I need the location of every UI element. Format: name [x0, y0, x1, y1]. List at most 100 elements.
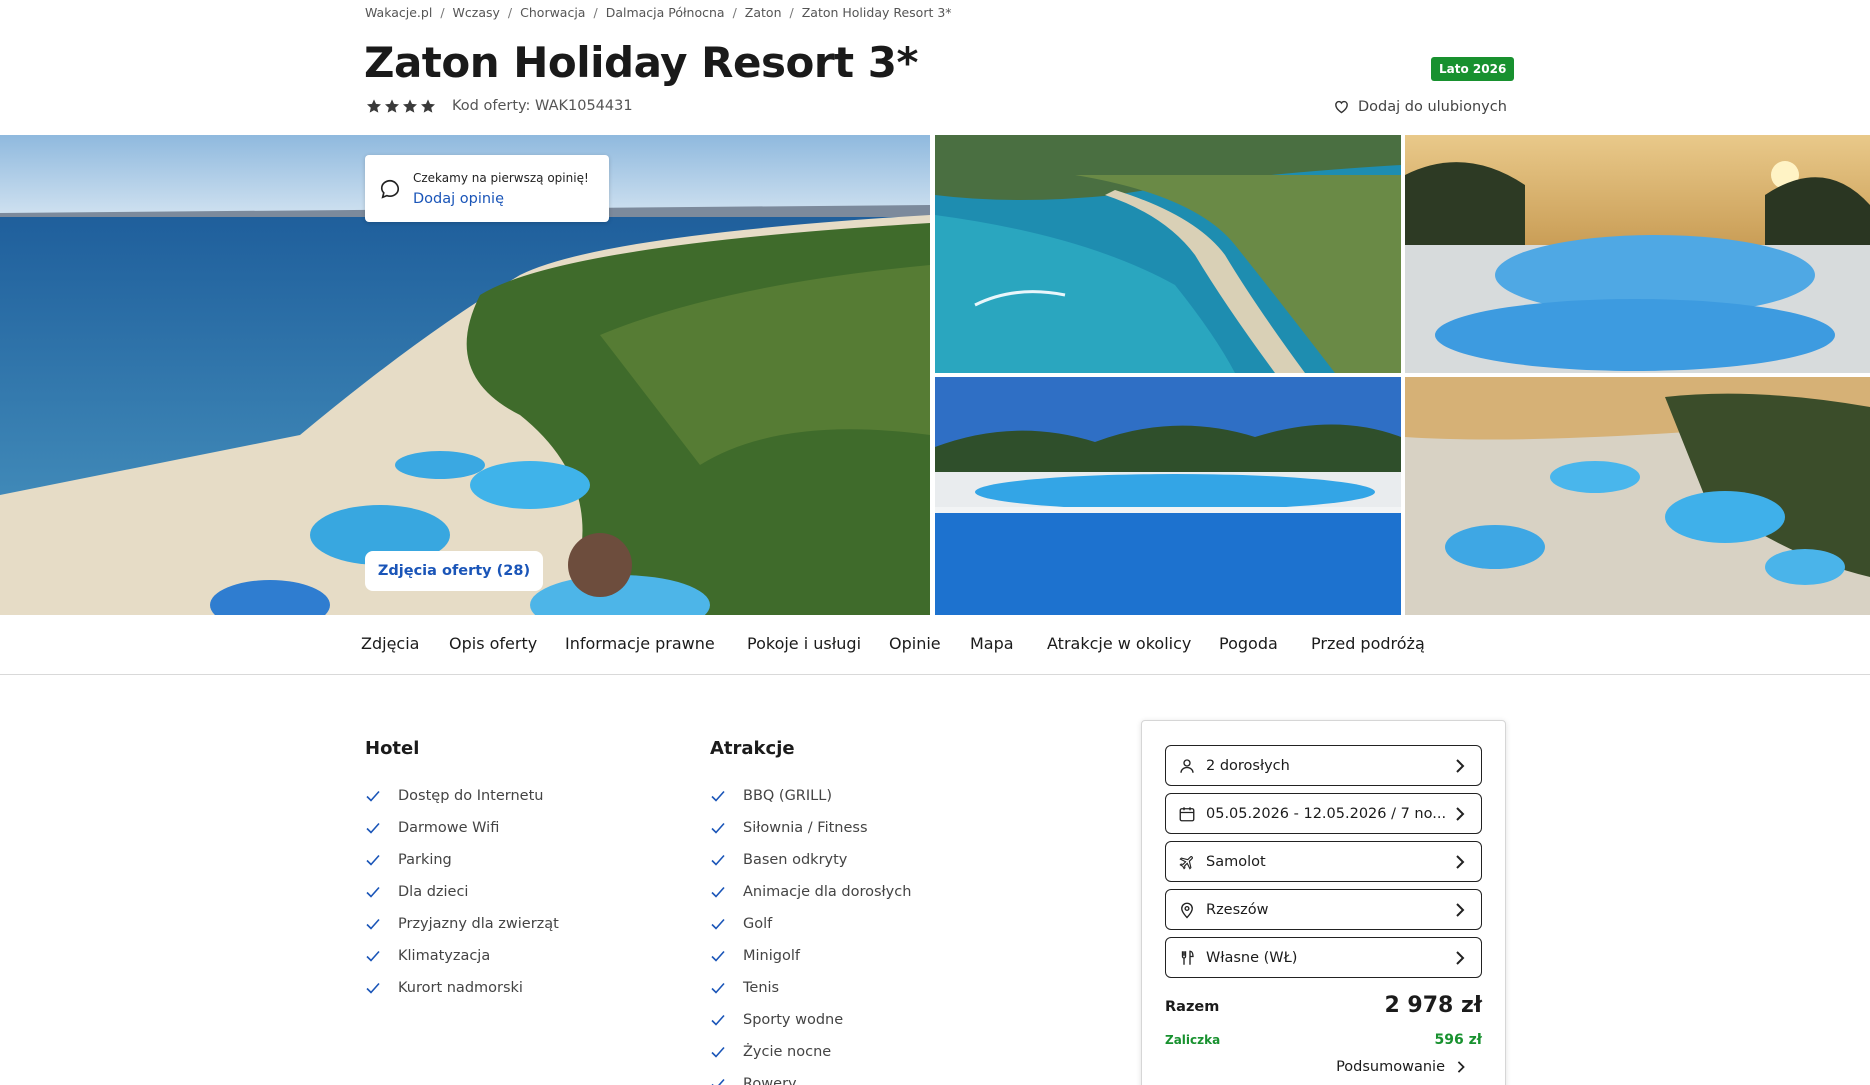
check-icon	[711, 1014, 725, 1026]
check-icon	[711, 1078, 725, 1085]
breadcrumb-link[interactable]: Wakacje.pl	[365, 5, 432, 20]
attraction-label: Golf	[743, 916, 773, 932]
offer-code: Kod oferty: WAK1054431	[452, 98, 633, 114]
list-item: Dostęp do Internetu	[365, 780, 559, 812]
star-icon	[385, 99, 399, 113]
booking-panel: 2 dorosłych 05.05.2026 - 12.05.2026 / 7 …	[1141, 720, 1506, 1085]
check-icon	[366, 822, 380, 834]
check-icon	[366, 950, 380, 962]
breadcrumb-link[interactable]: Chorwacja	[520, 5, 585, 20]
breadcrumb-link[interactable]: Zaton	[745, 5, 782, 20]
check-icon	[711, 822, 725, 834]
check-icon	[711, 950, 725, 962]
airplane-icon	[1179, 855, 1193, 870]
attraction-label: Basen odkryty	[743, 852, 848, 868]
page-title: Zaton Holiday Resort 3*	[364, 38, 918, 87]
check-icon	[711, 982, 725, 994]
star-icon	[367, 99, 381, 113]
board-value: Własne (WŁ)	[1206, 949, 1298, 966]
deposit-price: 596 zł	[1434, 1032, 1482, 1048]
star-rating	[366, 98, 436, 114]
list-item: Darmowe Wifi	[365, 812, 559, 844]
cutlery-icon	[1181, 950, 1194, 965]
breadcrumb-separator: /	[440, 5, 445, 20]
transport-value: Samolot	[1206, 853, 1266, 870]
list-item: Basen odkryty	[710, 844, 911, 876]
gallery-photo[interactable]	[1405, 377, 1870, 615]
list-item: Dla dzieci	[365, 876, 559, 908]
attraction-label: Tenis	[743, 980, 780, 996]
tab-nearby-attractions[interactable]: Atrakcje w okolicy	[1047, 634, 1191, 653]
list-item: Klimatyzacja	[365, 940, 559, 972]
attraction-label: Życie nocne	[743, 1044, 832, 1060]
amenity-label: Klimatyzacja	[398, 948, 491, 964]
breadcrumb-separator: /	[507, 5, 513, 20]
breadcrumb-current[interactable]: Zaton Holiday Resort 3*	[802, 5, 952, 20]
attraction-label: Siłownia / Fitness	[743, 820, 868, 836]
tab-before-travel[interactable]: Przed podróżą	[1311, 634, 1425, 653]
hotel-amenities-list: Dostęp do Internetu Darmowe Wifi Parking…	[365, 780, 559, 1004]
travelers-value: 2 dorosłych	[1206, 757, 1290, 774]
tab-legal-info[interactable]: Informacje prawne	[565, 634, 715, 653]
gallery-photo[interactable]	[935, 377, 1401, 615]
amenity-label: Dostęp do Internetu	[398, 788, 544, 804]
list-item: Kurort nadmorski	[365, 972, 559, 1004]
gallery-photo[interactable]	[935, 135, 1401, 373]
review-prompt-card: Czekamy na pierwszą opinię! Dodaj opinię	[365, 155, 609, 222]
transport-selector[interactable]: Samolot	[1165, 841, 1482, 882]
chevron-right-icon	[1456, 902, 1465, 917]
heart-icon	[1335, 100, 1348, 114]
chevron-right-icon	[1456, 758, 1465, 773]
tab-offer-description[interactable]: Opis oferty	[449, 634, 537, 653]
tab-map[interactable]: Mapa	[970, 634, 1014, 653]
location-pin-icon	[1181, 902, 1193, 918]
calendar-icon	[1179, 806, 1195, 821]
total-label: Razem	[1165, 999, 1220, 1015]
list-item: Golf	[710, 908, 911, 940]
offer-photos-button[interactable]: Zdjęcia oferty (28)	[365, 551, 543, 591]
breadcrumb-separator: /	[593, 5, 598, 20]
star-icon	[403, 99, 417, 113]
amenity-label: Parking	[398, 852, 452, 868]
gallery-photo[interactable]	[1405, 135, 1870, 373]
chevron-right-icon	[1456, 854, 1465, 869]
season-badge: Lato 2026	[1431, 57, 1515, 81]
add-to-favorites-button[interactable]: Dodaj do ulubionych	[1333, 98, 1507, 115]
amenity-label: Kurort nadmorski	[398, 980, 523, 996]
list-item: Minigolf	[710, 940, 911, 972]
travelers-selector[interactable]: 2 dorosłych	[1165, 745, 1482, 786]
list-item: Parking	[365, 844, 559, 876]
check-icon	[711, 854, 725, 866]
add-review-link[interactable]: Dodaj opinię	[413, 191, 589, 207]
summary-link[interactable]: Podsumowanie	[1336, 1059, 1467, 1075]
tab-rooms-services[interactable]: Pokoje i usługi	[747, 634, 861, 653]
list-item: Przyjazny dla zwierząt	[365, 908, 559, 940]
dates-selector[interactable]: 05.05.2026 - 12.05.2026 / 7 no...	[1165, 793, 1482, 834]
tab-weather[interactable]: Pogoda	[1219, 634, 1278, 653]
list-item: BBQ (GRILL)	[710, 780, 911, 812]
deposit-label: Zaliczka	[1165, 1033, 1221, 1047]
check-icon	[366, 886, 380, 898]
breadcrumb-separator: /	[732, 5, 737, 20]
chevron-right-icon	[1457, 1061, 1465, 1073]
board-selector[interactable]: Własne (WŁ)	[1165, 937, 1482, 978]
breadcrumb-link[interactable]: Dalmacja Północna	[606, 5, 725, 20]
attraction-label: Minigolf	[743, 948, 800, 964]
amenity-label: Darmowe Wifi	[398, 820, 500, 836]
tab-photos[interactable]: Zdjęcia	[361, 634, 419, 653]
breadcrumb: Wakacje.pl / Wczasy / Chorwacja / Dalmacja …	[365, 5, 952, 20]
attraction-label: Animacje dla dorosłych	[743, 884, 912, 900]
check-icon	[366, 918, 380, 930]
list-item: Rowery	[710, 1068, 911, 1085]
check-icon	[711, 886, 725, 898]
breadcrumb-link[interactable]: Wczasy	[453, 5, 500, 20]
tab-reviews[interactable]: Opinie	[889, 634, 941, 653]
departure-selector[interactable]: Rzeszów	[1165, 889, 1482, 930]
add-to-favorites-label: Dodaj do ulubionych	[1358, 98, 1507, 115]
list-item: Siłownia / Fitness	[710, 812, 911, 844]
list-item: Tenis	[710, 972, 911, 1004]
star-icon	[421, 99, 435, 113]
check-icon	[711, 1046, 725, 1058]
chevron-right-icon	[1456, 806, 1465, 821]
amenity-label: Dla dzieci	[398, 884, 469, 900]
